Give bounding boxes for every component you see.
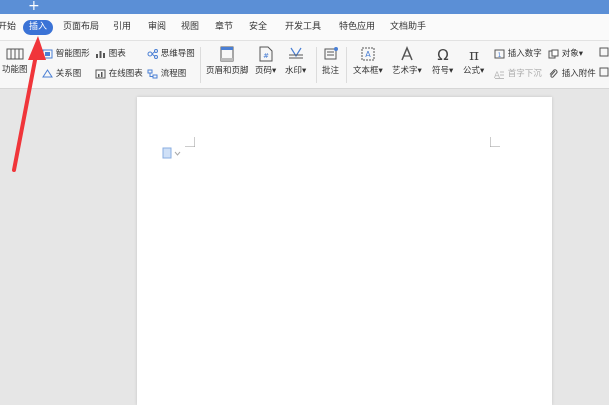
more-tools-icon <box>599 67 609 77</box>
overflow-icon-2[interactable] <box>599 67 609 78</box>
header-footer-label: 页眉和页脚 <box>206 66 249 76</box>
relation-chart-icon <box>42 68 53 77</box>
chart-button[interactable]: 图表 <box>95 47 126 59</box>
function-chart-button[interactable]: 功能图 <box>2 47 28 75</box>
bar-chart-icon <box>96 50 105 58</box>
menu-page-layout[interactable]: 页面布局 <box>63 20 99 35</box>
mind-map-label: 思维导图 <box>160 49 195 59</box>
menu-section[interactable]: 章节 <box>215 20 233 35</box>
menu-view[interactable]: 视图 <box>181 20 199 35</box>
title-bar: + <box>0 0 609 14</box>
menu-security[interactable]: 安全 <box>249 20 267 35</box>
svg-text:Ω: Ω <box>437 46 448 62</box>
watermark-dropdown-icon: ▾ <box>302 66 307 76</box>
insert-attachment-button[interactable]: 插入附件 <box>548 67 596 79</box>
online-chart-button[interactable]: 在线图表 <box>95 67 143 79</box>
svg-text:#: # <box>263 52 269 60</box>
function-chart-label: 功能图 <box>2 65 28 75</box>
menu-special-apps[interactable]: 特色应用 <box>339 20 375 35</box>
insert-number-label: 插入数字 <box>507 49 542 59</box>
symbol-dropdown-icon: ▾ <box>449 66 454 76</box>
function-chart-icon <box>6 48 24 60</box>
page-number-button[interactable]: # 页码▾ <box>255 46 276 76</box>
textbox-icon: A <box>361 47 375 61</box>
paste-options-icon[interactable] <box>162 147 182 159</box>
art-text-label: 艺术字 <box>392 66 418 76</box>
document-page[interactable] <box>137 97 552 405</box>
textbox-dropdown-icon: ▾ <box>378 66 383 76</box>
comment-label: 批注 <box>322 66 340 76</box>
header-footer-icon <box>220 46 234 62</box>
object-button[interactable]: 对象▾ <box>548 47 583 59</box>
smart-shape-icon <box>42 49 53 58</box>
page-number-icon: # <box>259 46 273 62</box>
menu-doc-assistant[interactable]: 文档助手 <box>390 20 426 35</box>
menu-start[interactable]: 开始 <box>0 20 16 35</box>
online-chart-label: 在线图表 <box>108 69 143 79</box>
object-icon <box>548 49 559 58</box>
insert-number-button[interactable]: 1 插入数字 <box>494 47 542 59</box>
drop-cap-label: 首字下沉 <box>507 69 542 79</box>
symbol-label: 符号 <box>432 66 450 76</box>
textbox-button[interactable]: A 文本框▾ <box>353 46 383 76</box>
watermark-button[interactable]: 水印▾ <box>285 46 306 76</box>
art-text-button[interactable]: 艺术字▾ <box>392 46 422 76</box>
paperclip-icon <box>549 68 558 78</box>
menu-developer[interactable]: 开发工具 <box>285 20 321 35</box>
flowchart-icon <box>147 69 158 78</box>
chart-label: 图表 <box>108 49 126 59</box>
relation-chart-label: 关系图 <box>55 69 82 79</box>
svg-text:A: A <box>365 50 371 59</box>
menu-bar: 开始 插入 页面布局 引用 审阅 视图 章节 安全 开发工具 特色应用 文档助手 <box>0 14 609 41</box>
smart-shape-button[interactable]: 智能图形 <box>42 47 90 59</box>
svg-text:1: 1 <box>498 52 502 59</box>
crop-mark-top-left <box>185 137 195 147</box>
comment-button[interactable]: 批注 <box>322 46 339 76</box>
object-label: 对象 <box>561 49 579 59</box>
formula-label: 公式 <box>463 66 481 76</box>
flowchart-label: 流程图 <box>160 69 187 79</box>
textbox-label: 文本框 <box>353 66 379 76</box>
relation-chart-button[interactable]: 关系图 <box>42 67 81 79</box>
header-footer-button[interactable]: 页眉和页脚 <box>206 46 249 76</box>
object-dropdown-icon: ▾ <box>578 49 583 59</box>
smart-shape-label: 智能图形 <box>55 49 90 59</box>
page-number-dropdown-icon: ▾ <box>272 66 277 76</box>
page-number-label: 页码 <box>255 66 273 76</box>
more-tools-icon <box>599 47 609 57</box>
ribbon-toolbar: 功能图 智能图形 图表 思维导图 关系图 在线图表 流程图 页眉和页脚 # 页码… <box>0 41 609 89</box>
art-text-icon <box>401 46 413 61</box>
svg-text:A: A <box>494 71 501 79</box>
menu-review[interactable]: 审阅 <box>148 20 166 35</box>
formula-button[interactable]: π 公式▾ <box>463 46 484 76</box>
formula-dropdown-icon: ▾ <box>480 66 485 76</box>
svg-text:π: π <box>469 46 479 62</box>
menu-references[interactable]: 引用 <box>113 20 131 35</box>
menu-insert[interactable]: 插入 <box>23 20 54 35</box>
mind-map-icon <box>147 48 158 59</box>
crop-mark-top-right <box>490 137 500 147</box>
art-text-dropdown-icon: ▾ <box>417 66 422 76</box>
ribbon-separator <box>200 47 201 83</box>
drop-cap-icon: A <box>494 71 504 79</box>
drop-cap-button[interactable]: A 首字下沉 <box>494 67 542 79</box>
mind-map-button[interactable]: 思维导图 <box>147 47 195 59</box>
pi-icon: π <box>469 46 479 62</box>
watermark-icon <box>288 47 303 59</box>
ribbon-separator <box>316 47 317 83</box>
watermark-label: 水印 <box>285 66 303 76</box>
flowchart-button[interactable]: 流程图 <box>147 67 186 79</box>
symbol-button[interactable]: Ω 符号▾ <box>432 46 453 76</box>
number-icon: 1 <box>494 49 505 59</box>
comment-icon <box>324 47 338 60</box>
new-tab-button[interactable]: + <box>28 0 40 14</box>
omega-icon: Ω <box>437 46 448 62</box>
ribbon-separator <box>346 47 347 83</box>
insert-attachment-label: 插入附件 <box>561 69 596 79</box>
online-chart-icon <box>95 69 106 78</box>
overflow-icon[interactable] <box>599 47 609 58</box>
